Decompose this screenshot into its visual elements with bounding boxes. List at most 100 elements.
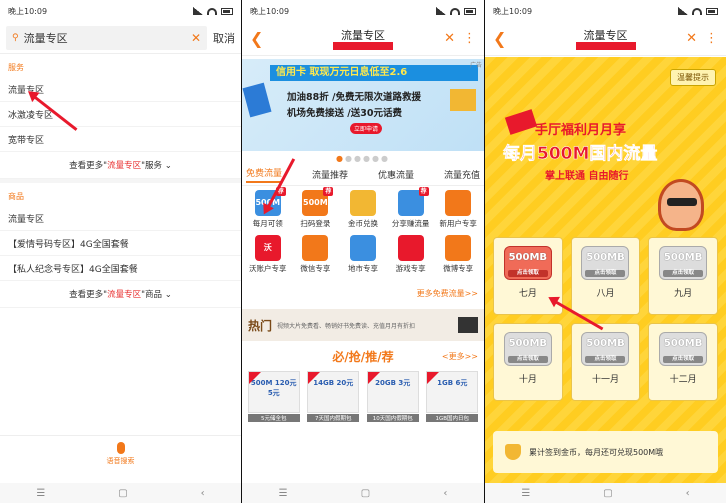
tab-recommend[interactable]: 流量推荐 — [312, 168, 348, 181]
grid-item-label: 金币兑换 — [347, 219, 378, 228]
game-icon — [397, 235, 424, 261]
section-service-title: 服务 — [8, 63, 24, 72]
trophy-icon — [505, 444, 521, 460]
grid-item[interactable]: 游戏专享 — [387, 235, 435, 274]
red-envelope-icon — [504, 109, 538, 135]
grid-item[interactable]: 新用户专享 — [434, 190, 482, 229]
service-grid: 500M荐每月可领500M荐扫码登录金币兑换荐分享赚流量新用户专享沃沃账户专享微… — [242, 186, 484, 274]
more-link[interactable]: <更多>> — [442, 351, 478, 362]
battery-icon — [464, 7, 476, 15]
flow-zone-panel: 晚上10:09 ❮ 流量专区 ✕ ⋮ 信用卡 取现万元日息低至2.6 加油88折 … — [242, 0, 484, 503]
hot-bar[interactable]: 热门 视频大片免费看、畅销好书免费读、充值月月有折扣 — [242, 309, 484, 341]
more-free-flow-link[interactable]: 更多免费流量>> — [242, 274, 484, 305]
coupon-icon: 500MB 点击领取 — [659, 246, 708, 280]
service-item[interactable]: 宽带专区 — [0, 127, 241, 152]
product-image: 14GB 20元 — [307, 371, 360, 413]
grid-item-label: 新用户专享 — [439, 219, 477, 228]
more-goods-link[interactable]: 查看更多"流量专区"商品 ⌄ — [0, 281, 241, 308]
voice-search-button[interactable]: 语音搜索 — [0, 435, 241, 475]
scan-icon: 500M 荐 — [302, 187, 334, 216]
menu-icon[interactable]: ☰ — [279, 488, 288, 499]
coupon-amount: 500MB — [586, 252, 625, 263]
coupon-amount: 500MB — [663, 338, 703, 349]
month-label: 八月 — [596, 289, 615, 299]
product-card[interactable]: 500M 120元 5元 5元储全包 — [247, 371, 300, 422]
grid-item[interactable]: 荐分享赚流量 — [387, 187, 435, 229]
grid-item[interactable]: 500M 荐扫码登录 — [292, 187, 340, 229]
product-main-text: 20GB 3元 — [375, 379, 411, 387]
wifi-icon — [450, 7, 460, 15]
coupon-amount: 500MB — [508, 252, 548, 263]
back-icon[interactable]: ‹ — [201, 488, 205, 499]
month-label: 九月 — [674, 289, 693, 299]
carousel-dots: ●●●●●● — [336, 154, 390, 163]
month-card[interactable]: 500MB 点击领取十月 — [493, 323, 563, 401]
month-label: 十一月 — [591, 375, 619, 385]
home-icon[interactable]: ▢ — [361, 488, 370, 499]
wifi-icon — [207, 7, 217, 15]
back-icon[interactable]: ‹ — [443, 488, 447, 499]
grid-item-label: 微博专享 — [443, 264, 474, 273]
product-card[interactable]: 1GB 6元 1GB国内日包 — [426, 371, 479, 422]
grid-item-label: 分享赚流量 — [391, 219, 430, 228]
grid-item[interactable]: 微博专享 — [434, 235, 482, 274]
grid-item[interactable]: 沃沃账户专享 — [244, 235, 292, 274]
month-card[interactable]: 500MB 点击领取 十一月 — [570, 323, 641, 401]
headline: 手厅福利月月享 — [535, 123, 627, 138]
recommend-tag: 荐 — [418, 187, 429, 196]
credit-card-icon — [242, 82, 272, 118]
tab-recharge[interactable]: 流量充值 — [444, 168, 480, 181]
user-icon — [445, 190, 472, 216]
product-card[interactable]: 14GB 20元 7天国内假期包 — [307, 371, 360, 422]
back-icon[interactable]: ‹ — [686, 488, 690, 499]
ad-label: 广告 — [469, 62, 482, 69]
more-services-link[interactable]: 查看更多"流量专区"服务 ⌄ — [0, 152, 241, 179]
system-nav-bar: ☰ ▢ ‹ — [485, 483, 726, 503]
status-time: 晚上10:09 — [8, 6, 48, 16]
tab-discount[interactable]: 优惠流量 — [378, 168, 414, 181]
menu-icon[interactable]: ☰ — [36, 488, 45, 499]
recommend-tag: 荐 — [323, 187, 334, 196]
month-card[interactable]: 500MB 点击领取八月 — [570, 237, 641, 315]
product-caption: 5元储全包 — [247, 414, 300, 422]
goods-item[interactable]: 【爱情号码专区】4G全国套餐 — [0, 231, 241, 256]
product-caption: 7天国内假期包 — [307, 414, 360, 422]
goods-item[interactable]: 【私人纪念号专区】4G全国套餐 — [0, 256, 241, 281]
home-icon[interactable]: ▢ — [603, 488, 612, 499]
clear-icon[interactable]: ✕ — [191, 31, 201, 45]
page-title: 流量专区 — [341, 29, 385, 42]
coupon-action: 点击领取 — [507, 356, 548, 363]
home-icon[interactable]: ▢ — [118, 488, 127, 499]
search-input[interactable]: ⚲ 流量专区 ✕ — [6, 25, 207, 50]
system-nav-bar: ☰ ▢ ‹ — [0, 483, 241, 503]
coupon-action: 点击领取 — [585, 270, 626, 277]
grid-item[interactable]: 微信专享 — [292, 235, 340, 274]
search-bar: ⚲ 流量专区 ✕ 取消 — [0, 22, 241, 54]
apply-button[interactable]: 立即申请 — [350, 123, 383, 134]
tip-button[interactable]: 温馨提示 — [670, 69, 716, 86]
coupon-action: 点击领取 — [585, 356, 626, 363]
ad-banner[interactable]: 信用卡 取现万元日息低至2.6 加油88折 /免费无限次道路救援 机场免费接送 … — [242, 59, 484, 151]
coupon-icon: 500MB 点击领取 — [503, 332, 552, 366]
tab-free-flow[interactable]: 免费流量 — [246, 166, 283, 183]
menu-icon[interactable]: ☰ — [521, 488, 530, 499]
cancel-button[interactable]: 取消 — [213, 30, 235, 46]
month-card[interactable]: 500MB 点击领取 十二月 — [648, 323, 718, 401]
product-image: 20GB 3元 — [366, 371, 419, 413]
weibo-icon — [445, 235, 472, 261]
signal-icon — [678, 7, 688, 15]
subheadline: 掌上联通 自由随行 — [545, 171, 629, 182]
chevron-down-icon: ⌄ — [164, 161, 172, 171]
product-caption: 1GB国内日包 — [426, 414, 479, 422]
grid-item[interactable]: 地市专享 — [339, 235, 387, 274]
grid-item[interactable]: 金币兑换 — [339, 190, 387, 229]
sign-in-note: 累计签到金币，每月还可兑现500M哦 — [493, 431, 718, 473]
month-label: 十月 — [518, 375, 537, 385]
grid-item-label: 每月可领 — [252, 219, 283, 228]
product-card[interactable]: 20GB 3元 10天国内假期包 — [366, 371, 419, 422]
coupon-action: 点击领取 — [663, 270, 704, 277]
service-item[interactable]: 冰激凌专区 — [0, 102, 241, 127]
month-card[interactable]: 500MB 点击领取九月 — [648, 237, 718, 315]
goods-item[interactable]: 流量专区 — [0, 206, 241, 231]
redaction-bar — [333, 42, 393, 50]
